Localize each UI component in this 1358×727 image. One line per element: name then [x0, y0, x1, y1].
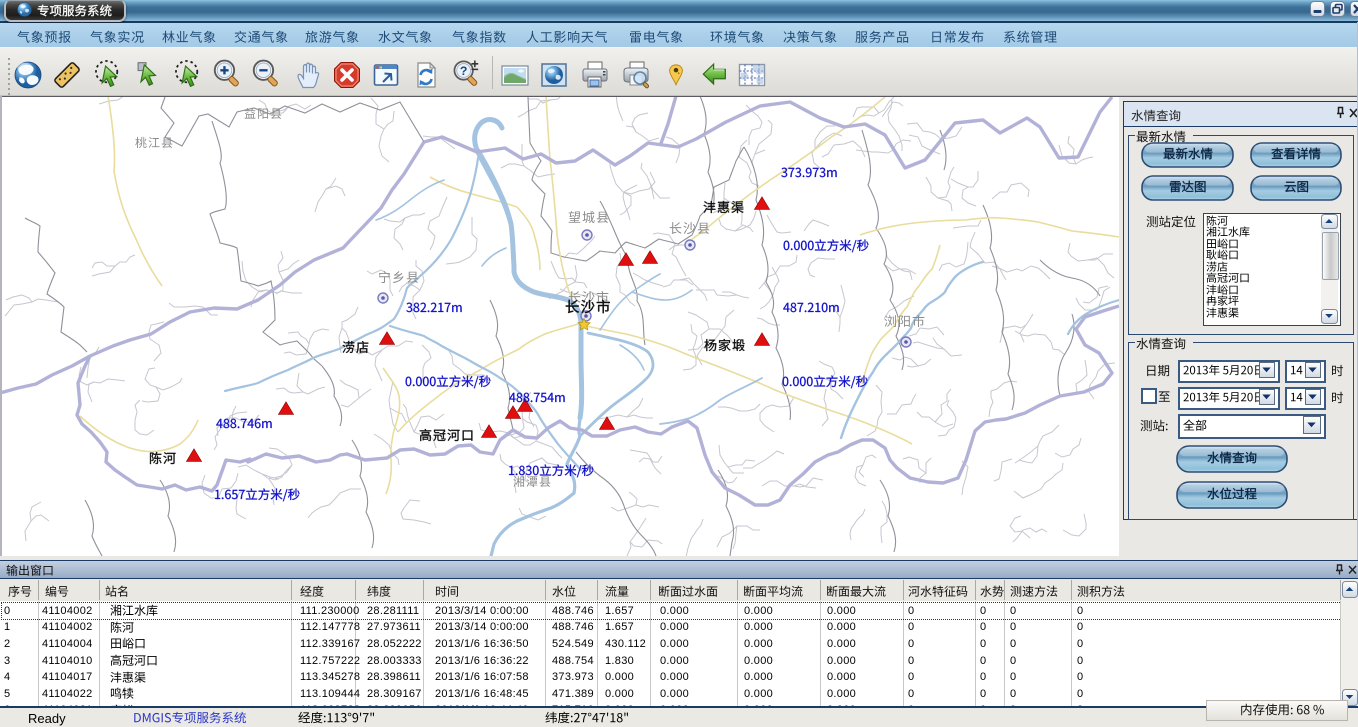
svg-text:?: ? — [460, 64, 468, 78]
